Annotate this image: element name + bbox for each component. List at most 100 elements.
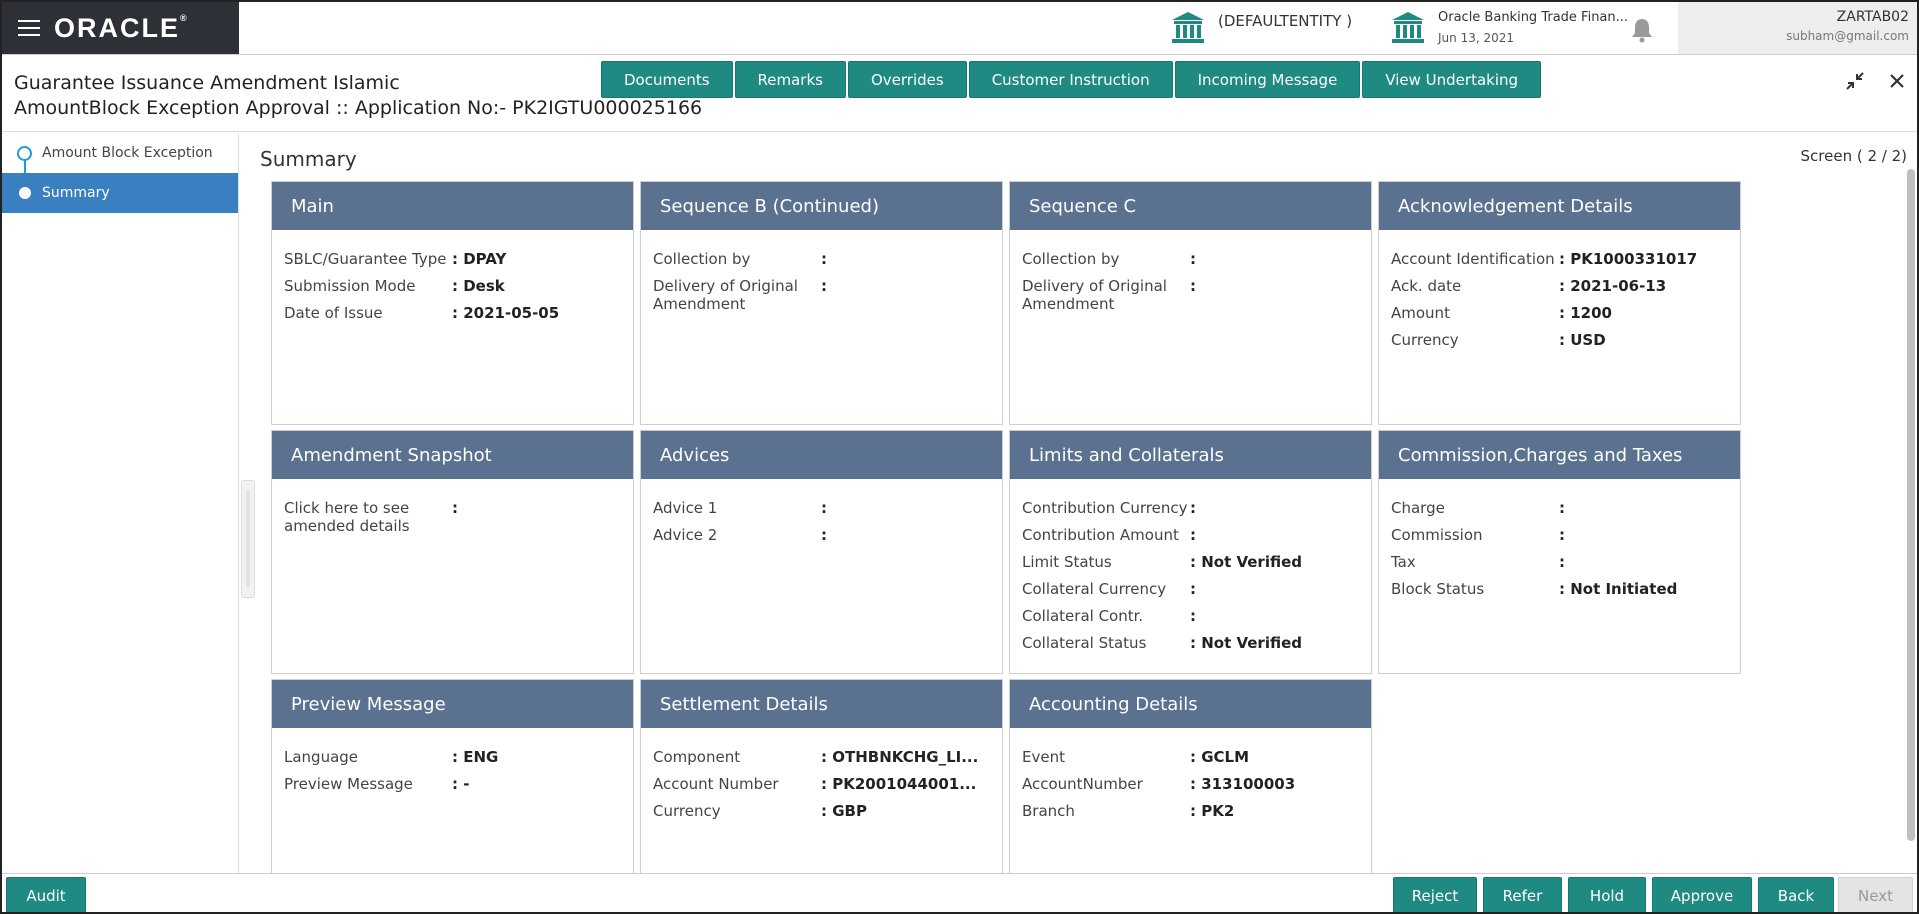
field-value: : [1190, 607, 1365, 625]
card-title: Preview Message [272, 680, 633, 728]
field-value: : 313100003 [1190, 775, 1365, 793]
field-value: : [821, 250, 996, 268]
field-label: Submission Mode [284, 277, 452, 295]
summary-card[interactable]: Sequence B (Continued)Collection by:Deli… [640, 181, 1003, 425]
summary-card[interactable]: Settlement DetailsComponent: OTHBNKCHG_L… [640, 679, 1003, 873]
field-row: Submission Mode: Desk [284, 277, 633, 295]
overrides-button[interactable]: Overrides [848, 61, 967, 98]
field-row: Currency: GBP [653, 802, 1002, 820]
card-title: Accounting Details [1010, 680, 1371, 728]
field-label: SBLC/Guarantee Type [284, 250, 452, 268]
close-icon[interactable] [1887, 71, 1907, 91]
summary-card[interactable]: MainSBLC/Guarantee Type: DPAYSubmission … [271, 181, 634, 425]
vertical-scrollbar[interactable] [1907, 169, 1915, 841]
field-value: : [1559, 499, 1734, 517]
summary-card[interactable]: Accounting Details Event: GCLM AccountNumb… [1009, 679, 1372, 873]
field-label: Charge [1391, 499, 1559, 517]
field-label: Collateral Contr. [1022, 607, 1190, 625]
field-row: AccountNumber: 313100003 [1022, 775, 1371, 793]
field-value: : 2021-06-13 [1559, 277, 1734, 295]
field-label: Block Status [1391, 580, 1559, 598]
field-row: Event: GCLM [1022, 748, 1371, 766]
field-row: Component: OTHBNKCHG_LI... [653, 748, 1002, 766]
nav-item-amount-block-exception[interactable]: Amount Block Exception [2, 133, 238, 173]
card-body: SBLC/Guarantee Type: DPAYSubmission Mode… [272, 230, 633, 322]
field-label: Account Identification [1391, 250, 1559, 268]
card-body: Advice 1:Advice 2: [641, 479, 1002, 544]
summary-card[interactable]: Acknowledgement DetailsAccount Identific… [1378, 181, 1741, 425]
audit-button[interactable]: Audit [6, 877, 86, 914]
field-label: Language [284, 748, 452, 766]
field-row: Collection by: [653, 250, 1002, 268]
nav-item-summary[interactable]: Summary [2, 173, 238, 213]
field-value: : [821, 526, 996, 544]
field-row: Collateral Contr.: [1022, 607, 1371, 625]
summary-content: Summary Screen ( 2 / 2) MainSBLC/Guarant… [248, 133, 1917, 873]
summary-card[interactable]: Commission,Charges and TaxesCharge:Commi… [1378, 430, 1741, 674]
hold-button[interactable]: Hold [1568, 877, 1646, 914]
field-row: Amount: 1200 [1391, 304, 1740, 322]
footer-bar: Audit Reject Refer Hold Approve Back Nex… [2, 873, 1917, 914]
field-row: Advice 2: [653, 526, 1002, 544]
field-row: Delivery of Original Amendment: [653, 277, 1002, 313]
refer-button[interactable]: Refer [1483, 877, 1562, 914]
product-date: Jun 13, 2021 [1438, 31, 1628, 45]
card-title: Limits and Collaterals [1010, 431, 1371, 479]
bell-icon[interactable] [1630, 17, 1654, 43]
card-title: Acknowledgement Details [1379, 182, 1740, 230]
documents-button[interactable]: Documents [601, 61, 733, 98]
field-value: : 2021-05-05 [452, 304, 627, 322]
brand-bar: ORACLE® [2, 2, 239, 54]
field-row: Collateral Status: Not Verified [1022, 634, 1371, 652]
remarks-button[interactable]: Remarks [735, 61, 846, 98]
card-title: Sequence C [1010, 182, 1371, 230]
product-name: Oracle Banking Trade Finan... [1438, 10, 1628, 25]
title-bar: Guarantee Issuance Amendment Islamic Amo… [2, 55, 1917, 132]
user-menu[interactable]: ZARTAB02 subham@gmail.com [1678, 2, 1917, 54]
field-label: Advice 1 [653, 499, 821, 517]
step-icon [17, 146, 32, 161]
left-nav: Amount Block Exception Summary [2, 133, 239, 873]
field-value: : GCLM [1190, 748, 1365, 766]
approve-button[interactable]: Approve [1652, 877, 1752, 914]
field-row: Branch: PK2 [1022, 802, 1371, 820]
summary-card[interactable]: Limits and CollateralsContribution Curre… [1009, 430, 1372, 674]
incoming-message-button[interactable]: Incoming Message [1175, 61, 1361, 98]
field-label: Collection by [1022, 250, 1190, 268]
field-value: : [1190, 499, 1365, 517]
entity-selector[interactable]: (DEFAULTENTITY ) [1170, 10, 1352, 44]
card-body: Collection by:Delivery of Original Amend… [1010, 230, 1371, 313]
field-value: : [452, 499, 627, 535]
field-value: : - [452, 775, 627, 793]
field-value: : USD [1559, 331, 1734, 349]
customer-instruction-button[interactable]: Customer Instruction [969, 61, 1173, 98]
card-body: Account Identification: PK1000331017Ack.… [1379, 230, 1740, 349]
summary-card[interactable]: Sequence CCollection by:Delivery of Orig… [1009, 181, 1372, 425]
back-button[interactable]: Back [1758, 877, 1834, 914]
field-value: : [1190, 580, 1365, 598]
screen-indicator: Screen ( 2 / 2) [1801, 147, 1908, 165]
hamburger-menu-icon[interactable] [18, 20, 40, 36]
reject-button[interactable]: Reject [1393, 877, 1477, 914]
view-undertaking-button[interactable]: View Undertaking [1362, 61, 1541, 98]
summary-card[interactable]: Preview MessageLanguage: ENGPreview Mess… [271, 679, 634, 873]
next-button[interactable]: Next [1838, 877, 1913, 914]
bank-icon [1390, 10, 1426, 44]
field-label: Currency [653, 802, 821, 820]
field-value: : PK2 [1190, 802, 1365, 820]
user-email: subham@gmail.com [1678, 29, 1909, 43]
field-row: Account Number: PK2001044001... [653, 775, 1002, 793]
field-value: : PK2001044001... [821, 775, 996, 793]
field-row: Advice 1: [653, 499, 1002, 517]
summary-card[interactable]: Amendment SnapshotClick here to see amen… [271, 430, 634, 674]
step-icon [19, 187, 31, 199]
field-row: Contribution Amount: [1022, 526, 1371, 544]
field-row: Tax: [1391, 553, 1740, 571]
card-body: Click here to see amended details: [272, 479, 633, 535]
product-selector[interactable]: Oracle Banking Trade Finan... Jun 13, 20… [1390, 10, 1628, 45]
collapse-icon[interactable] [1845, 71, 1865, 91]
field-value: : DPAY [452, 250, 627, 268]
field-value: : [1559, 526, 1734, 544]
field-row: Language: ENG [284, 748, 633, 766]
summary-card[interactable]: AdvicesAdvice 1:Advice 2: [640, 430, 1003, 674]
